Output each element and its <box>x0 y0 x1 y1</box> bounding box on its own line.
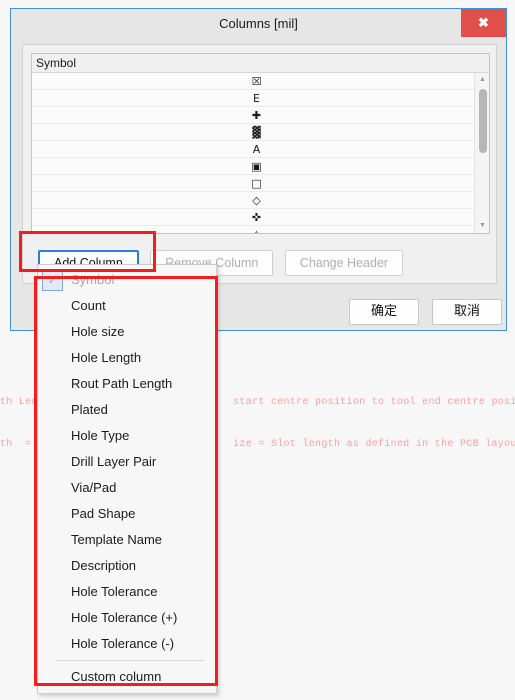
menu-item-symbol[interactable]: ✓ Symbol <box>38 267 216 293</box>
menu-item-description[interactable]: Description <box>38 553 216 579</box>
menu-item-label: Hole Tolerance (+) <box>71 610 178 625</box>
menu-item-label: Template Name <box>71 532 163 547</box>
menu-item-label: Rout Path Length <box>71 376 173 391</box>
menu-item-hole-type[interactable]: Hole Type <box>38 423 216 449</box>
cross-symbol: ✜ <box>251 211 262 224</box>
menu-item-hole-tolerance[interactable]: Hole Tolerance (+) <box>38 605 216 631</box>
menu-item-label: Custom column <box>71 669 162 684</box>
list-row[interactable]: □ <box>32 175 489 192</box>
bold-cross-symbol: ✚ <box>251 109 262 122</box>
list-row[interactable]: ▓ <box>32 124 489 141</box>
list-row[interactable]: A <box>32 141 489 158</box>
menu-item-label: Drill Layer Pair <box>71 454 157 469</box>
menu-item-label: Description <box>71 558 137 573</box>
dialog-title: Columns [mil] <box>219 16 298 31</box>
menu-item-count[interactable]: Count <box>38 293 216 319</box>
listview-column-header-symbol[interactable]: Symbol <box>32 54 489 73</box>
scroll-up-icon[interactable]: ▲ <box>475 73 489 87</box>
listview-scrollbar[interactable]: ▲ ▼ <box>474 73 489 233</box>
dialog-titlebar: Columns [mil] ✖ <box>11 9 506 39</box>
menu-item-label: Hole size <box>71 324 125 339</box>
menu-item-pad-shape[interactable]: Pad Shape <box>38 501 216 527</box>
menu-item-custom-column[interactable]: Custom column <box>38 664 216 690</box>
list-row[interactable]: ☒ <box>32 73 489 90</box>
menu-item-via-pad[interactable]: Via/Pad <box>38 475 216 501</box>
square-in-square-symbol: ▣ <box>251 160 262 173</box>
menu-item-label: Hole Tolerance <box>71 584 158 599</box>
menu-item-label: Plated <box>71 402 108 417</box>
menu-item-hole-length[interactable]: Hole Length <box>38 345 216 371</box>
menu-item-hole-tolerance[interactable]: Hole Tolerance <box>38 579 216 605</box>
letter-a-symbol: A <box>252 143 261 156</box>
menu-separator <box>56 660 204 661</box>
menu-item-drill-layer-pair[interactable]: Drill Layer Pair <box>38 449 216 475</box>
list-row[interactable]: ▣ <box>32 158 489 175</box>
hatched-square-symbol: ▓ <box>252 126 261 139</box>
letter-e-symbol: E <box>253 92 260 105</box>
menu-item-template-name[interactable]: Template Name <box>38 527 216 553</box>
screen: th Length start centre position to tool … <box>0 0 515 700</box>
menu-item-label: Count <box>71 298 106 313</box>
list-row[interactable]: ◇ <box>32 192 489 209</box>
list-row[interactable]: E <box>32 90 489 107</box>
menu-item-label: Hole Type <box>71 428 130 443</box>
partial-symbol: ✧ <box>252 226 261 233</box>
listview-body[interactable]: ☒ E ✚ ▓ A ▣ □ ◇ ✜ ✧ <box>32 73 489 233</box>
menu-item-label: Symbol <box>71 272 115 287</box>
menu-item-label: Hole Tolerance (-) <box>71 636 175 651</box>
menu-item-plated[interactable]: Plated <box>38 397 216 423</box>
scrollbar-thumb[interactable] <box>479 89 487 153</box>
cancel-button[interactable]: 取消 <box>432 299 502 325</box>
menu-item-rout-path-length[interactable]: Rout Path Length <box>38 371 216 397</box>
columns-listview[interactable]: Symbol ☒ E ✚ ▓ A ▣ □ ◇ ✜ ✧ ▲ ▼ <box>31 53 490 234</box>
change-header-button[interactable]: Change Header <box>284 250 404 276</box>
menu-item-hole-tolerance[interactable]: Hole Tolerance (-) <box>38 631 216 657</box>
list-row[interactable]: ✧ <box>32 226 489 233</box>
menu-item-label: Via/Pad <box>71 480 117 495</box>
diamond-symbol: ◇ <box>252 194 261 207</box>
menu-item-label: Hole Length <box>71 350 142 365</box>
add-column-dropdown-menu[interactable]: ✓ Symbol Count Hole size Hole Length Rout Pat… <box>37 264 217 694</box>
menu-item-hole-size[interactable]: Hole size <box>38 319 216 345</box>
ok-button[interactable]: 确定 <box>349 299 419 325</box>
close-icon[interactable]: ✖ <box>461 9 506 37</box>
list-row[interactable]: ✚ <box>32 107 489 124</box>
menu-item-label: Pad Shape <box>71 506 136 521</box>
check-icon: ✓ <box>42 270 63 291</box>
scroll-down-icon[interactable]: ▼ <box>475 219 489 233</box>
crossed-square-symbol: ☒ <box>251 75 262 88</box>
list-row[interactable]: ✜ <box>32 209 489 226</box>
square-symbol: □ <box>251 177 262 190</box>
